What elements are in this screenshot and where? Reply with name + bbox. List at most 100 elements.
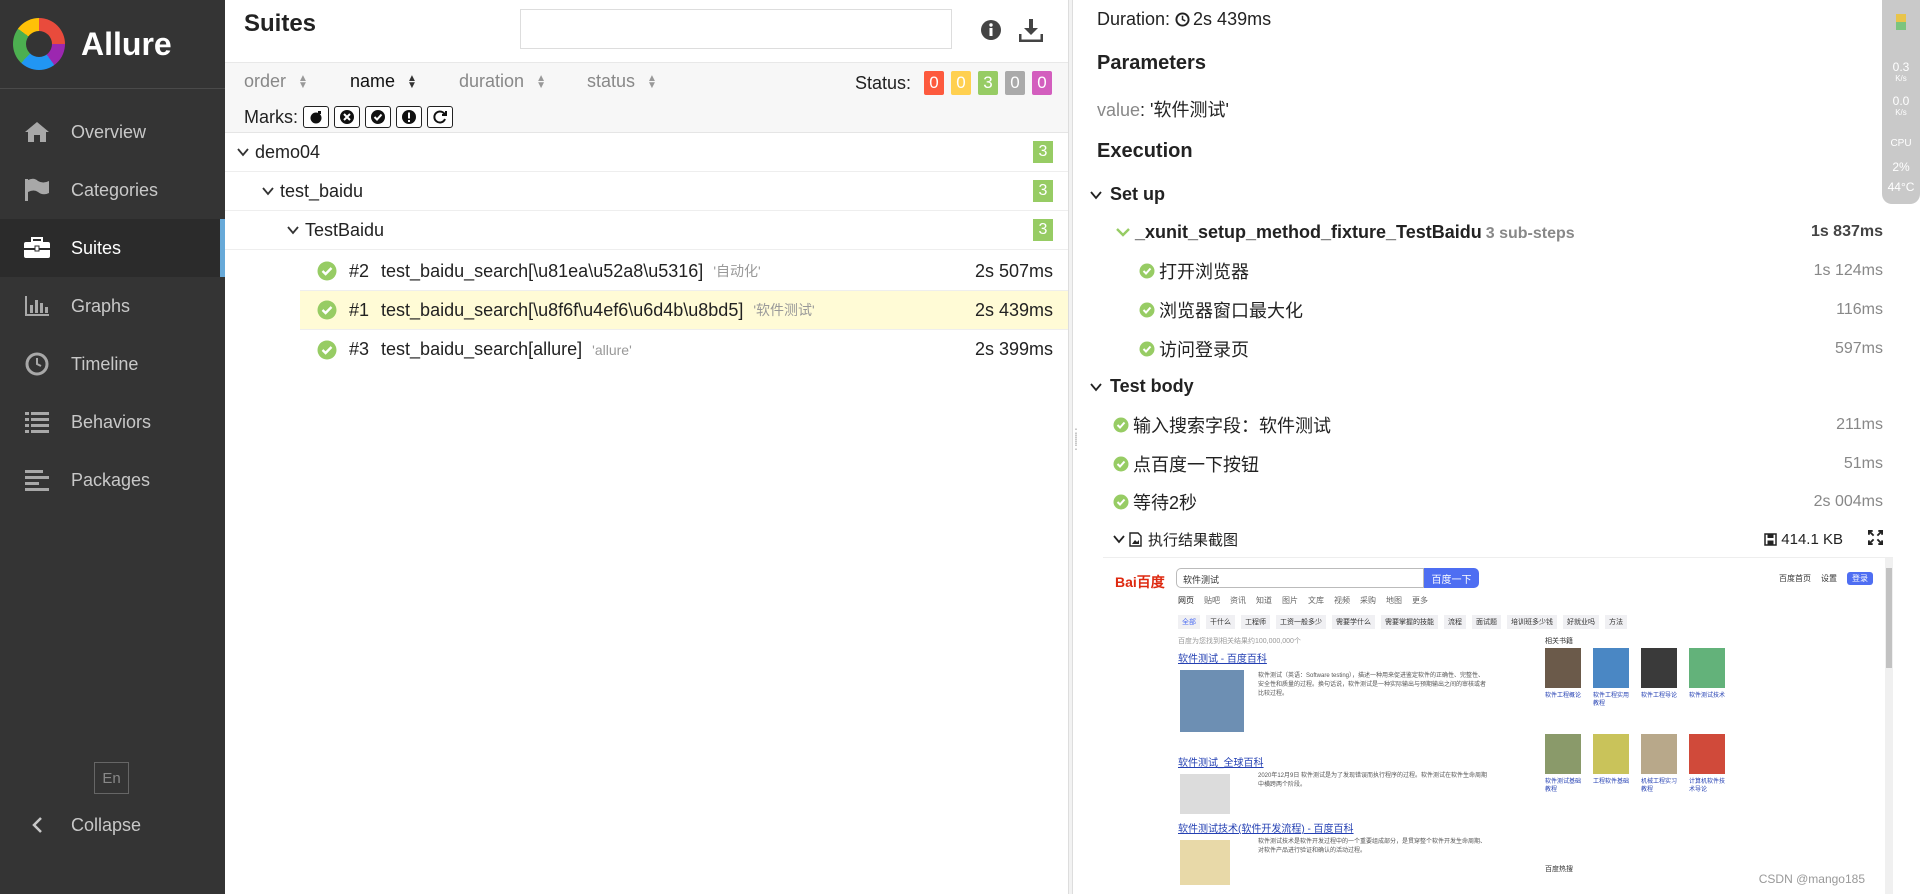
step-name: 打开浏览器 xyxy=(1159,262,1249,282)
passed-check-icon xyxy=(1139,341,1155,357)
sidebar-item-categories[interactable]: Categories xyxy=(0,161,225,219)
baidu-chip: 全部 xyxy=(1178,615,1200,629)
baidu-result-snippet: 软件测试技术是软件开发过程中的一个重要组成部分，是贯穿整个软件开发生命周期、对软… xyxy=(1258,839,1487,854)
download-icon[interactable] xyxy=(1017,16,1045,44)
sidebar-item-label: Timeline xyxy=(71,353,139,374)
new-failed-mark-icon[interactable] xyxy=(334,106,360,128)
baidu-logo: Bai百度 xyxy=(1115,574,1165,590)
fixture-step[interactable]: _xunit_setup_method_fixture_TestBaidu 3 s… xyxy=(1115,214,1883,250)
baidu-tab: 知道 xyxy=(1256,596,1272,605)
chevron-down-icon xyxy=(262,186,274,196)
step-name: 点百度一下按钮 xyxy=(1133,455,1259,475)
cpu-label: CPU xyxy=(1890,138,1912,149)
test-case-row-selected[interactable]: #1 test_baidu_search[\u8f6f\u4ef6\u6d4b\… xyxy=(300,291,1068,330)
screenshot-scrollbar xyxy=(1885,558,1893,894)
flaky-mark-icon[interactable] xyxy=(303,106,329,128)
book-cover-image xyxy=(1689,734,1725,774)
sidebar-item-label: Graphs xyxy=(71,295,131,316)
baidu-result-snippet: 2020年12月9日 软件测试是为了发现错误而执行程序的过程。软件测试在软件生命… xyxy=(1258,773,1488,788)
info-icon[interactable] xyxy=(977,16,1005,44)
baidu-tab: 网页 xyxy=(1178,596,1194,605)
test-case-name: test_baidu_search[allure] xyxy=(381,339,583,359)
retries-mark-icon[interactable] xyxy=(427,106,453,128)
step-duration: 51ms xyxy=(1843,455,1883,472)
test-case-param: 'allure' xyxy=(592,341,632,358)
sort-status[interactable]: status ▲ ▼ xyxy=(587,71,657,92)
body-step[interactable]: 点百度一下按钮 51ms xyxy=(1113,446,1883,482)
baidu-hot-title: 百度热搜 xyxy=(1545,866,1573,873)
status-failed-count[interactable]: 0 xyxy=(924,71,944,95)
attachment-name: 执行结果截图 xyxy=(1148,531,1239,549)
cpu-temperature: 44°C xyxy=(1887,180,1915,194)
step-name: 等待2秒 xyxy=(1133,493,1198,513)
setup-step[interactable]: 浏览器窗口最大化 116ms xyxy=(1139,292,1883,328)
baidu-chip: 需要掌握的技能 xyxy=(1381,615,1438,629)
parameter-key: value xyxy=(1097,100,1141,120)
sidebar-item-overview[interactable]: Overview xyxy=(0,103,225,161)
step-duration: 2s 004ms xyxy=(1813,493,1883,510)
test-case-row[interactable]: #3 test_baidu_search[allure] 'allure' 2s… xyxy=(300,330,1068,369)
suites-header: Suites xyxy=(225,0,1068,63)
passed-count-badge: 3 xyxy=(1033,219,1053,241)
language-button[interactable]: En xyxy=(94,762,129,794)
passed-check-icon xyxy=(1113,494,1129,510)
baidu-chip: 流程 xyxy=(1444,615,1466,629)
chevron-down-icon xyxy=(287,225,299,235)
tree-row-module[interactable]: test_baidu 3 xyxy=(225,172,1068,211)
collapse-button[interactable]: Collapse xyxy=(22,805,141,845)
step-duration: 116ms xyxy=(1836,301,1883,318)
new-broken-mark-icon[interactable] xyxy=(396,106,422,128)
book-cover-image xyxy=(1689,648,1725,688)
fixture-name-wrap: _xunit_setup_method_fixture_TestBaidu 3 s… xyxy=(1135,222,1575,243)
suites-pane: Suites order ▲ ▼ name ▲ ▼ duration ▲ ▼ s… xyxy=(225,0,1068,894)
attachment-row[interactable]: 执行结果截图 414.1 KB xyxy=(1113,528,1883,550)
sort-arrows-icon: ▲ ▼ xyxy=(407,72,417,91)
fullscreen-icon[interactable] xyxy=(1868,529,1883,549)
sidebar-item-suites[interactable]: Suites xyxy=(0,219,225,277)
test-case-number: #2 xyxy=(349,260,370,281)
baidu-login-button: 登录 xyxy=(1847,572,1873,585)
status-broken-count[interactable]: 0 xyxy=(951,71,971,95)
status-unknown-count[interactable]: 0 xyxy=(1032,71,1052,95)
tree-row-suite[interactable]: demo04 3 xyxy=(225,133,1068,172)
sort-name[interactable]: name ▲ ▼ xyxy=(350,71,417,92)
baidu-tab: 图片 xyxy=(1282,596,1298,605)
baidu-tab: 更多 xyxy=(1412,596,1428,605)
test-case-duration: 2s 399ms xyxy=(974,339,1053,359)
sidebar-item-label: Categories xyxy=(71,179,159,200)
brand[interactable]: Allure xyxy=(0,0,225,89)
new-passed-mark-icon[interactable] xyxy=(365,106,391,128)
download-speed: 0.0 xyxy=(1892,94,1910,108)
align-left-icon xyxy=(22,467,52,493)
sidebar-item-graphs[interactable]: Graphs xyxy=(0,277,225,335)
setup-step[interactable]: 访问登录页 597ms xyxy=(1139,331,1883,367)
test-body-group[interactable]: Test body xyxy=(1090,376,1194,397)
setup-step[interactable]: 打开浏览器 1s 124ms xyxy=(1139,253,1883,289)
baidu-tabs: 网页 贴吧 资讯 知道 图片 文库 视频 采购 地图 更多 xyxy=(1178,595,1428,606)
baidu-sidebar-title: 相关书籍 xyxy=(1545,638,1573,645)
baidu-result-link: 软件测试技术(软件开发流程) - 百度百科 xyxy=(1178,824,1354,835)
setup-group[interactable]: Set up xyxy=(1090,184,1165,205)
body-step[interactable]: 输入搜索字段：软件测试 211ms xyxy=(1113,407,1883,443)
book-cover-image xyxy=(1593,648,1629,688)
sort-label: order xyxy=(244,71,287,91)
sort-duration[interactable]: duration ▲ ▼ xyxy=(459,71,546,92)
tree-row-class[interactable]: TestBaidu 3 xyxy=(225,211,1068,250)
baidu-tab: 地图 xyxy=(1386,596,1402,605)
body-step[interactable]: 等待2秒 2s 004ms xyxy=(1113,484,1883,520)
book-title: 工程软件基础 xyxy=(1593,779,1630,785)
sidebar-item-behaviors[interactable]: Behaviors xyxy=(0,393,225,451)
status-passed-count[interactable]: 3 xyxy=(978,71,998,95)
baidu-result-link: 软件测试_全球百科 xyxy=(1178,758,1264,769)
baidu-settings-link: 设置 xyxy=(1821,574,1837,583)
search-input[interactable] xyxy=(520,9,952,49)
test-case-row[interactable]: #2 test_baidu_search[\u81ea\u52a8\u5316]… xyxy=(300,252,1068,291)
sort-order[interactable]: order ▲ ▼ xyxy=(244,71,308,92)
sidebar-item-timeline[interactable]: Timeline xyxy=(0,335,225,393)
execution-title: Execution xyxy=(1097,140,1193,162)
cpu-usage: 2% xyxy=(1892,160,1910,174)
book-title: 软件测试技术 xyxy=(1689,693,1726,699)
status-skipped-count[interactable]: 0 xyxy=(1005,71,1025,95)
sidebar-item-packages[interactable]: Packages xyxy=(0,451,225,509)
book-title: 软件工程实用教程 xyxy=(1593,693,1630,707)
